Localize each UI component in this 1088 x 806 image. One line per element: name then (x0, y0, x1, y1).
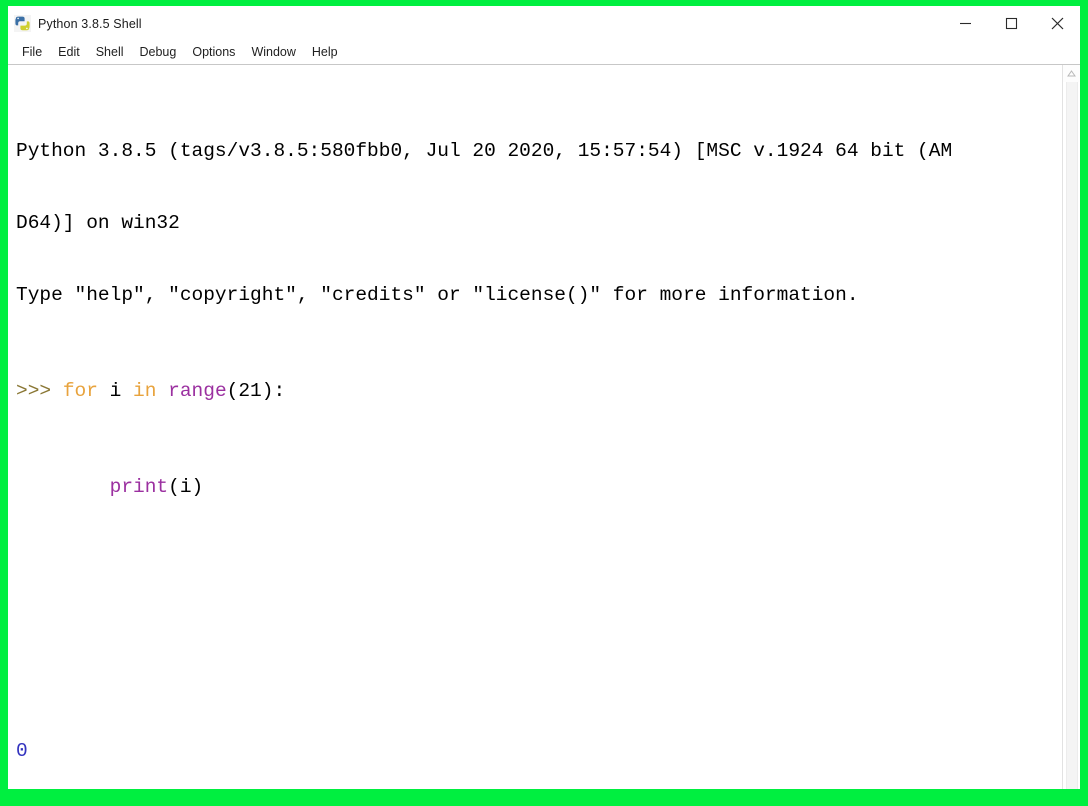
print-args: (i) (168, 476, 204, 498)
builtin-range: range (168, 380, 227, 402)
window-controls (942, 6, 1080, 41)
minimize-button[interactable] (942, 6, 988, 41)
shell-area: Python 3.8.5 (tags/v3.8.5:580fbb0, Jul 2… (8, 65, 1080, 789)
range-args: (21): (226, 380, 286, 402)
maximize-button[interactable] (988, 6, 1034, 41)
menu-item-file[interactable]: File (14, 44, 50, 61)
menu-item-options[interactable]: Options (184, 44, 243, 61)
scroll-up-arrow[interactable] (1063, 65, 1080, 82)
variable-i: i (97, 380, 134, 402)
output-line: 0 (16, 740, 28, 762)
builtin-print: print (109, 476, 169, 498)
banner-line-1: Python 3.8.5 (tags/v3.8.5:580fbb0, Jul 2… (16, 140, 953, 162)
prompt-marker: >>> (16, 380, 63, 402)
menu-item-help[interactable]: Help (304, 44, 346, 61)
title-bar-left: Python 3.8.5 Shell (8, 15, 142, 32)
scroll-track[interactable] (1065, 82, 1078, 789)
shell-text-output[interactable]: Python 3.8.5 (tags/v3.8.5:580fbb0, Jul 2… (8, 65, 1062, 789)
close-button[interactable] (1034, 6, 1080, 41)
menu-item-edit[interactable]: Edit (50, 44, 88, 61)
code-line-for: >>> for i in range(21): (16, 379, 1062, 403)
window-title: Python 3.8.5 Shell (38, 16, 142, 31)
keyword-in: in (133, 380, 157, 402)
vertical-scrollbar[interactable] (1062, 65, 1080, 789)
banner-line-2: D64)] on win32 (16, 212, 180, 234)
idle-shell-window: Python 3.8.5 Shell File Edit Shell Debug… (8, 6, 1080, 789)
menu-bar: File Edit Shell Debug Options Window Hel… (8, 41, 1080, 65)
menu-item-window[interactable]: Window (243, 44, 303, 61)
keyword-for: for (62, 380, 98, 402)
green-chroma-background: Python 3.8.5 Shell File Edit Shell Debug… (0, 0, 1088, 806)
title-bar[interactable]: Python 3.8.5 Shell (8, 6, 1080, 41)
banner-line-3: Type "help", "copyright", "credits" or "… (16, 284, 859, 306)
python-idle-icon (14, 15, 31, 32)
menu-item-debug[interactable]: Debug (132, 44, 185, 61)
code-line-print: print(i) (16, 475, 1062, 499)
menu-item-shell[interactable]: Shell (88, 44, 132, 61)
